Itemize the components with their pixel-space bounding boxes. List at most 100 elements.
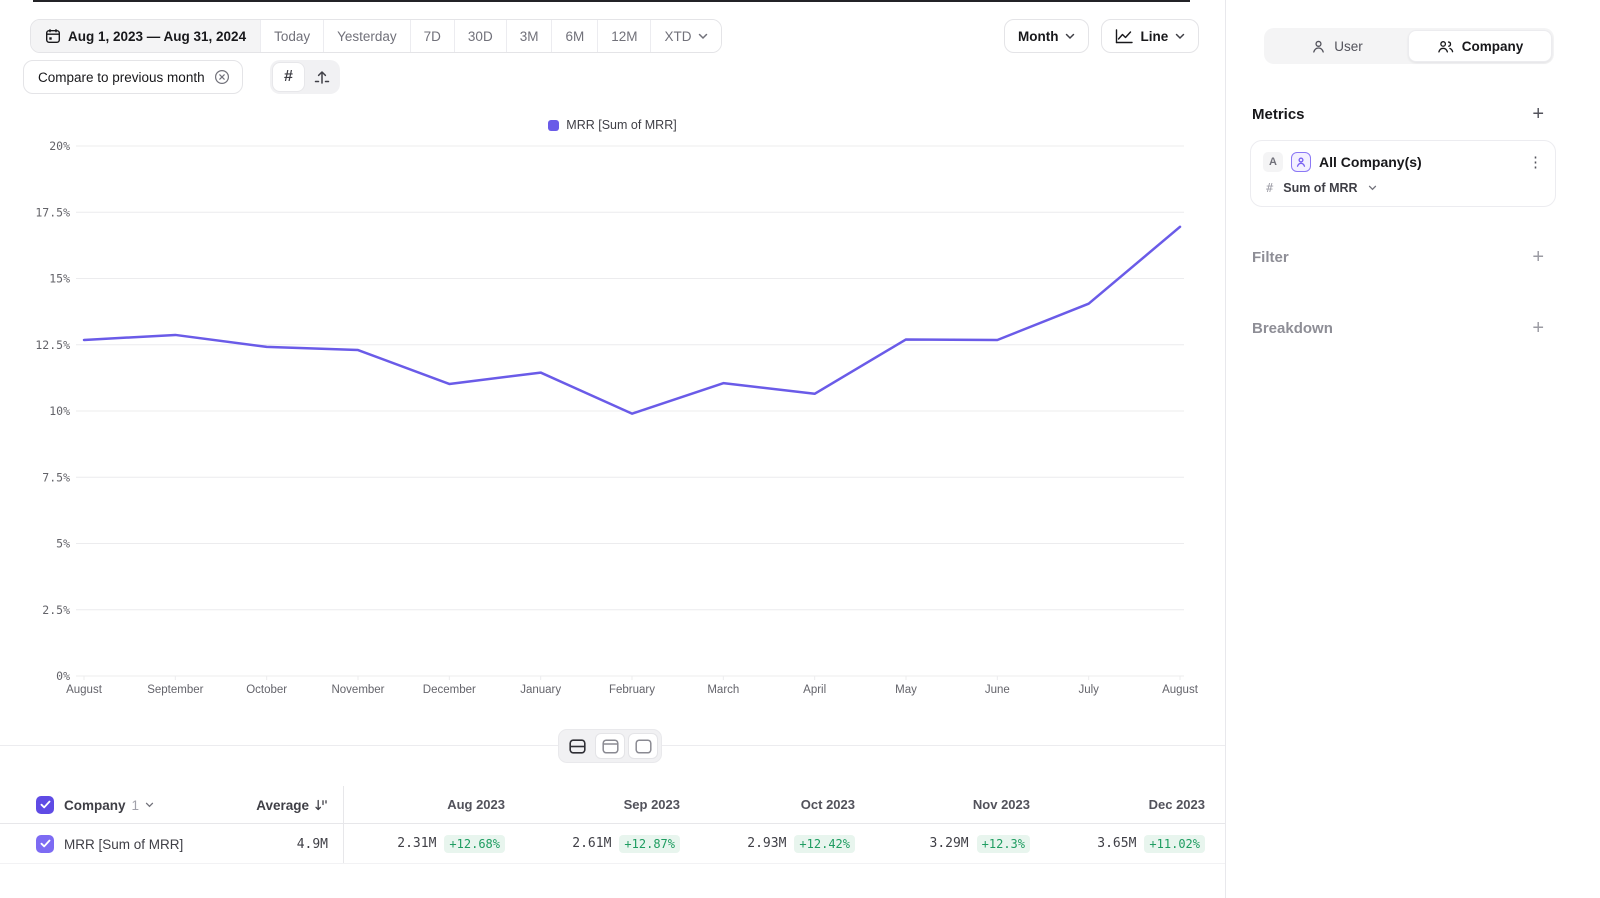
xtd-label: XTD	[664, 29, 691, 44]
table-row-cells: 2.31M+12.68%2.61M+12.87%2.93M+12.42%3.29…	[343, 824, 1218, 863]
company-icon	[1437, 39, 1454, 54]
svg-text:May: May	[895, 684, 917, 696]
growth-badge: +11.02%	[1144, 835, 1205, 853]
svg-text:5%: 5%	[56, 537, 70, 551]
line-chart-icon	[1115, 29, 1133, 44]
svg-text:April: April	[803, 684, 826, 696]
date-preset-button[interactable]: 6M	[551, 20, 597, 52]
split-view-icon	[569, 739, 586, 754]
growth-badge: +12.68%	[444, 835, 505, 853]
table-view-toggle[interactable]	[595, 733, 625, 759]
split-view-toggle[interactable]	[562, 733, 592, 759]
growth-badge: +12.3%	[977, 835, 1030, 853]
date-preset-button[interactable]: 30D	[454, 20, 506, 52]
entity-toggle: User Company	[1264, 28, 1554, 64]
entity-column-header[interactable]: Company 1	[64, 786, 154, 824]
month-column-header: Dec 2023	[1043, 786, 1218, 823]
aggregation-dropdown[interactable]: # Sum of MRR	[1263, 181, 1543, 195]
average-label: Average	[256, 798, 309, 813]
layout-view-toggles	[558, 729, 662, 763]
breakdown-label: Breakdown	[1252, 320, 1333, 337]
compare-chip[interactable]: Compare to previous month	[23, 60, 243, 94]
svg-text:15%: 15%	[49, 272, 70, 286]
svg-text:July: July	[1078, 684, 1099, 696]
svg-text:17.5%: 17.5%	[35, 205, 70, 219]
svg-text:December: December	[423, 684, 476, 696]
chart-type-label: Line	[1140, 29, 1168, 44]
chart-type-dropdown[interactable]: Line	[1101, 19, 1199, 53]
svg-text:March: March	[707, 684, 739, 696]
svg-text:October: October	[246, 684, 287, 696]
grid-icon: #	[284, 68, 293, 86]
table-month-headers: Aug 2023Sep 2023Oct 2023Nov 2023Dec 2023	[343, 786, 1218, 823]
chart-legend: MRR [Sum of MRR]	[0, 118, 1225, 132]
remove-compare-icon[interactable]	[214, 69, 230, 85]
granularity-dropdown[interactable]: Month	[1004, 19, 1089, 53]
preset-button-xtd[interactable]: XTD	[650, 20, 721, 52]
growth-badge: +12.42%	[794, 835, 855, 853]
report-panel: Aug 1, 2023 — Aug 31, 2024 TodayYesterda…	[0, 0, 1225, 898]
granularity-label: Month	[1018, 29, 1058, 44]
gridlines-toggle[interactable]: #	[272, 62, 305, 92]
cell-value: 2.93M	[747, 836, 786, 851]
analytics-app: Aug 1, 2023 — Aug 31, 2024 TodayYesterda…	[0, 0, 1600, 898]
user-toggle-label: User	[1334, 39, 1363, 54]
svg-text:June: June	[985, 684, 1010, 696]
legend-item-mrr[interactable]: MRR [Sum of MRR]	[548, 118, 676, 132]
cell-value: 3.65M	[1097, 836, 1136, 851]
user-icon	[1311, 39, 1326, 54]
month-column-header: Nov 2023	[868, 786, 1043, 823]
entity-label: Company	[64, 798, 126, 813]
metric-card[interactable]: A All Company(s) ⋮ # Sum of MRR	[1250, 140, 1556, 207]
svg-text:February: February	[609, 684, 655, 696]
metric-name: All Company(s)	[1319, 154, 1422, 170]
svg-text:November: November	[331, 684, 384, 696]
date-preset-button[interactable]: 12M	[597, 20, 650, 52]
chevron-down-icon	[145, 802, 154, 808]
chevron-down-icon	[1065, 33, 1075, 40]
date-preset-button[interactable]: Today	[260, 20, 323, 52]
metric-row-label: MRR [Sum of MRR]	[64, 824, 183, 864]
select-all-checkbox[interactable]	[36, 796, 54, 814]
calendar-icon	[45, 28, 61, 44]
average-value: 4.9M	[180, 824, 328, 864]
chart-controls: Month Line	[1004, 19, 1199, 53]
metric-menu-button[interactable]: ⋮	[1528, 155, 1543, 170]
metrics-title: Metrics	[1252, 106, 1305, 123]
entity-count: 1	[132, 798, 140, 813]
date-preset-group: Aug 1, 2023 — Aug 31, 2024 TodayYesterda…	[30, 19, 722, 53]
table-cell: 2.93M +12.42%	[693, 824, 868, 863]
chart-view-toggle[interactable]	[628, 733, 658, 759]
svg-text:2.5%: 2.5%	[42, 603, 70, 617]
svg-text:August: August	[1162, 684, 1199, 696]
date-preset-button[interactable]: Yesterday	[323, 20, 410, 52]
legend-label: MRR [Sum of MRR]	[566, 118, 676, 132]
chevron-down-icon	[1175, 33, 1185, 40]
entity-toggle-company[interactable]: Company	[1408, 30, 1552, 62]
cell-value: 3.29M	[930, 836, 969, 851]
svg-text:10%: 10%	[49, 404, 70, 418]
add-breakdown-button[interactable]: +	[1532, 318, 1544, 338]
chevron-down-icon	[698, 33, 708, 40]
cell-value: 2.31M	[397, 836, 436, 851]
svg-text:20%: 20%	[49, 140, 70, 153]
row-checkbox[interactable]	[36, 835, 54, 853]
average-column-header[interactable]: Average	[180, 786, 328, 824]
entity-toggle-user[interactable]: User	[1266, 30, 1408, 62]
date-preset-button[interactable]: 3M	[506, 20, 552, 52]
svg-text:September: September	[147, 684, 203, 696]
month-column-header: Sep 2023	[518, 786, 693, 823]
svg-text:August: August	[66, 684, 103, 696]
date-range-button[interactable]: Aug 1, 2023 — Aug 31, 2024	[31, 20, 260, 52]
annotations-toggle[interactable]	[305, 62, 338, 92]
date-preset-button[interactable]: 7D	[410, 20, 454, 52]
filter-section: Filter +	[1252, 247, 1544, 267]
metric-badge: A	[1263, 152, 1283, 172]
chart-overlay-toggles: #	[270, 60, 340, 94]
metrics-section-header: Metrics +	[1252, 104, 1544, 124]
date-range-label: Aug 1, 2023 — Aug 31, 2024	[68, 29, 246, 44]
add-filter-button[interactable]: +	[1532, 247, 1544, 267]
svg-text:0%: 0%	[56, 669, 70, 683]
add-metric-button[interactable]: +	[1532, 104, 1544, 124]
cell-value: 2.61M	[572, 836, 611, 851]
